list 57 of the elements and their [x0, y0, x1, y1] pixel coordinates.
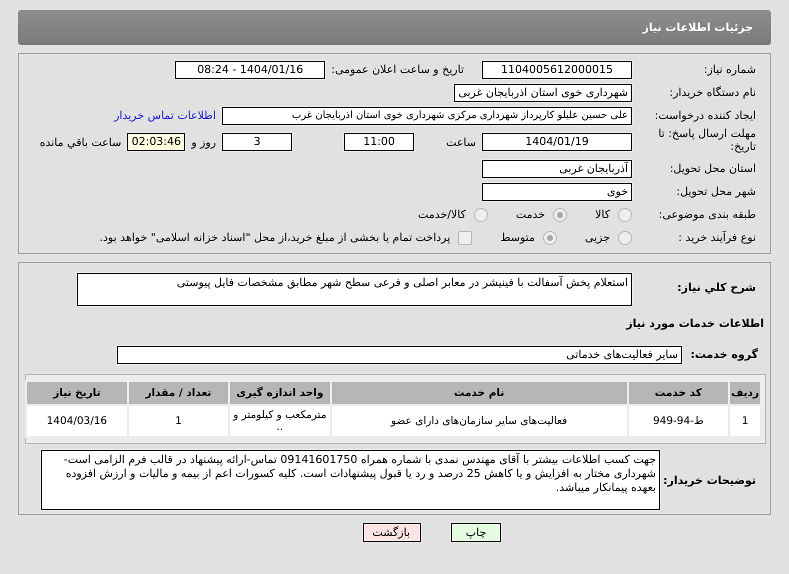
radio-label: خدمت [516, 208, 546, 221]
province-field: آذربایجان غربی [482, 160, 632, 178]
field-label: تاریخ و ساعت اعلان عمومی: [331, 63, 464, 76]
field-label: نوع فرآیند خرید : [677, 231, 757, 244]
page-title: جزئیات اطلاعات نیاز [18, 10, 771, 45]
column-header: واحد اندازه گیری [229, 381, 331, 405]
remaining-time-field: 02:03:46 [127, 133, 186, 151]
contact-link[interactable]: اطلاعات تماس خریدار [114, 109, 216, 122]
field-label: ساعت [446, 136, 476, 148]
table-cell: ط-94-949 [628, 405, 730, 437]
field-label: ساعت باقي مانده [40, 136, 122, 148]
radio-label: کالا/خدمت [418, 208, 466, 221]
table-cell: 1404/03/16 [26, 405, 128, 437]
field-label: ایجاد کننده درخواست: [654, 109, 757, 122]
field-label: شماره نیاز: [702, 63, 757, 76]
radio-button[interactable] [618, 230, 632, 244]
deadline-date-field: 1404/01/19 [482, 133, 632, 151]
table-cell: مترمکعب و کیلومتر و .. [229, 405, 331, 437]
column-header: تعداد / مقدار [128, 381, 230, 405]
column-header: نام خدمت [330, 381, 628, 405]
deadline-time-field: 11:00 [344, 133, 414, 151]
description-field: استعلام پخش آسفالت با فینیشر در معابر اصلی و فرعی سطح شهر مطابق مشخصات فایل پیوستی [77, 273, 632, 306]
radio-button[interactable] [542, 230, 557, 244]
table-cell: 1 [128, 405, 230, 437]
column-header: تاریخ نیاز [26, 381, 128, 405]
radio-button[interactable] [618, 208, 632, 222]
need-number-field: 1104005612000015 [482, 60, 632, 78]
city-field: خوی [482, 182, 632, 200]
field-label: شهر محل تحویل: [675, 185, 757, 198]
column-header: ردیف [729, 381, 761, 405]
back-button[interactable]: بازگشت [363, 523, 421, 542]
buyer-notes-field: جهت کسب اطلاعات بیشتر با آقای مهندس نمدی با شماره همراه 09141601750 تماس-ارائه پیشنهاد در قالب فرم الزامی است-شهرداری مختار به افزایش و یا کاهش 25 درصد و رد یا قبول پیشنهادات است. کلیه کسورات اعم از بیمه و مالیات و ارزش افزوده بعهده پیمانکار میباشد. [41, 450, 660, 510]
checkbox[interactable] [458, 230, 472, 244]
table-cell: 1 [729, 405, 761, 437]
service-group-field: سایر فعالیت‌های خدماتی [117, 346, 682, 364]
section-heading: اطلاعات خدمات مورد نیاز [626, 317, 765, 330]
field-label: شرح کلي نياز: [676, 280, 757, 294]
requester-field: علی حسین علیلو کارپرداز شهرداری مرکزی شهرداری خوی استان اذربایجان غرب [222, 106, 632, 124]
field-label: روز و [191, 136, 216, 148]
radio-button[interactable] [553, 208, 568, 222]
radio-label: متوسط [500, 231, 535, 244]
radio-button[interactable] [474, 208, 488, 222]
buyer-org-field: شهرداری خوی استان اذربایجان غربی [454, 84, 632, 102]
field-label: مهلت ارسال پاسخ: تا تاریخ: [657, 127, 757, 153]
announce-date-field: 1404/01/16 - 08:24 [175, 60, 326, 78]
print-button[interactable]: چاپ [451, 523, 501, 542]
field-label: نام دستگاه خریدار: [668, 86, 757, 99]
column-header: کد خدمت [628, 381, 730, 405]
field-label: توضیحات خریدار: [666, 474, 757, 486]
field-label: استان محل تحویل: [668, 162, 757, 175]
days-field: 3 [222, 133, 292, 151]
table-cell: فعالیت‌های سایر سازمان‌های دارای عضو [330, 405, 628, 437]
radio-label: کالا [595, 208, 610, 221]
field-label: طبقه بندی موضوعی: [658, 208, 757, 221]
radio-label: جزیی [584, 231, 610, 244]
field-label: گروه خدمت: [689, 348, 759, 361]
checkbox-label: پرداخت تمام یا بخشی از مبلغ خرید،از محل "اسناد خزانه اسلامی" خواهد بود. [100, 231, 450, 244]
